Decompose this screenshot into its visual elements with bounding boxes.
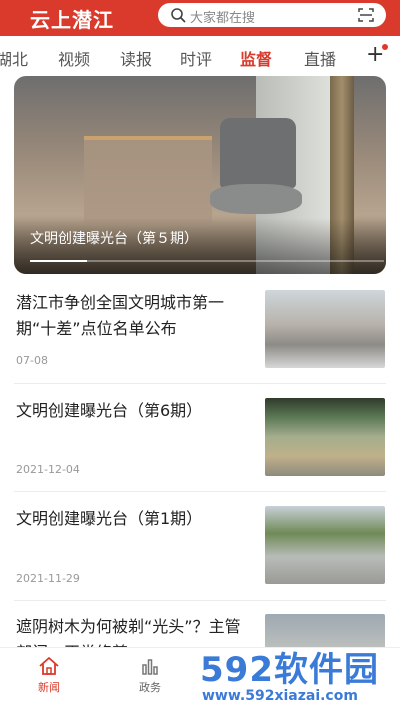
- search-placeholder[interactable]: 大家都在搜: [190, 7, 255, 26]
- home-icon: [39, 657, 59, 675]
- nav-news[interactable]: 新闻: [19, 656, 79, 695]
- tab-hubei[interactable]: 湖北: [0, 46, 28, 70]
- hero-caption[interactable]: 文明创建曝光台（第５期）: [30, 228, 198, 248]
- news-title[interactable]: 潜江市争创全国文明城市第一期“十差”点位名单公布: [16, 290, 252, 342]
- tab-live[interactable]: 直播: [304, 46, 336, 70]
- tab-video[interactable]: 视频: [58, 46, 90, 70]
- hero-carousel[interactable]: 文明创建曝光台（第５期）: [14, 76, 386, 274]
- nav-news-label: 新闻: [38, 681, 60, 694]
- chart-icon: [142, 659, 158, 675]
- tab-commentary[interactable]: 时评: [180, 46, 212, 70]
- notification-dot: [382, 44, 388, 50]
- app-header: 云上潜江 大家都在搜: [0, 0, 400, 36]
- news-thumbnail[interactable]: [265, 398, 385, 476]
- news-title[interactable]: 文明创建曝光台（第1期）: [16, 506, 252, 532]
- watermark: 592软件园 www.592xiazai.com: [196, 640, 400, 711]
- divider: [14, 383, 386, 384]
- news-thumbnail[interactable]: [265, 290, 385, 368]
- hero-image-table: [84, 136, 212, 226]
- news-item[interactable]: 文明创建曝光台（第6期） 2021-12-04: [0, 398, 400, 478]
- carousel-progress-fill: [30, 260, 87, 262]
- watermark-brand: 592软件园: [200, 650, 379, 690]
- channel-tabs: 湖北 视频 读报 时评 监督 直播 +: [0, 36, 400, 76]
- tab-newspaper[interactable]: 读报: [120, 46, 152, 70]
- hero-image-chair-seat: [210, 184, 302, 214]
- scan-icon[interactable]: [358, 7, 374, 23]
- news-title[interactable]: 文明创建曝光台（第6期）: [16, 398, 252, 424]
- hero-image-chair: [220, 118, 296, 188]
- nav-government[interactable]: 政务: [120, 656, 180, 695]
- nav-government-label: 政务: [139, 681, 161, 694]
- news-item[interactable]: 文明创建曝光台（第1期） 2021-11-29: [0, 506, 400, 586]
- news-date: 2021-12-04: [16, 463, 80, 476]
- watermark-url: www.592xiazai.com: [202, 688, 358, 704]
- search-icon: [171, 8, 186, 23]
- divider: [14, 600, 386, 601]
- news-item[interactable]: 潜江市争创全国文明城市第一期“十差”点位名单公布 07-08: [0, 290, 400, 370]
- app-logo: 云上潜江: [30, 8, 114, 32]
- search-bar[interactable]: 大家都在搜: [158, 3, 386, 27]
- news-date: 2021-11-29: [16, 572, 80, 585]
- carousel-progress: [30, 260, 384, 262]
- tab-supervision[interactable]: 监督: [240, 46, 272, 70]
- news-date: 07-08: [16, 354, 48, 367]
- news-thumbnail[interactable]: [265, 506, 385, 584]
- divider: [14, 491, 386, 492]
